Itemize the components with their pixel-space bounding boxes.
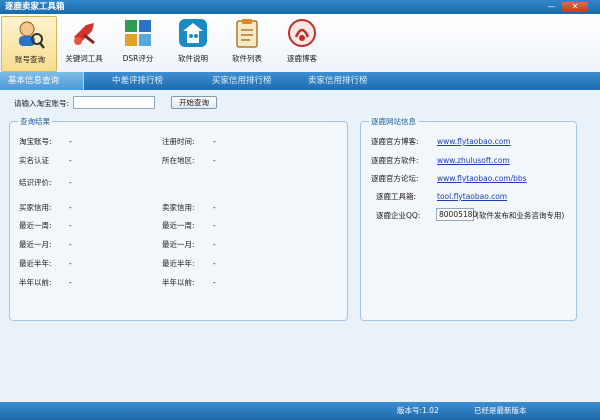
- toolbar-software-guide[interactable]: 软件说明: [165, 16, 221, 72]
- field-label-last-week-buyer: 最近一周:: [19, 221, 52, 230]
- info-link-blog[interactable]: www.flytaobao.com: [437, 136, 511, 147]
- qq-note: (软件发布和业务咨询专用): [476, 211, 565, 220]
- search-label: 请输入淘宝账号:: [14, 99, 70, 108]
- field-value-buyer-credit: -: [69, 203, 72, 212]
- field-label-seller-credit: 卖家信用:: [162, 203, 195, 212]
- info-link-software[interactable]: www.zhulusoft.com: [437, 155, 510, 166]
- info-link-toolbox[interactable]: tool.flytaobao.com: [437, 191, 507, 202]
- site-info-legend: 逐鹿网站信息: [369, 117, 418, 127]
- field-label-register-time: 注册时间:: [162, 137, 195, 146]
- toolbar-dsr-rating[interactable]: DSR评分: [110, 16, 166, 72]
- info-label-blog: 逐鹿官方博客:: [371, 137, 419, 146]
- title-bar: 逐鹿卖家工具箱 — ✕: [0, 0, 600, 14]
- blog-icon: [288, 19, 316, 47]
- update-status-text: 已经是最新版本: [474, 406, 527, 415]
- dsr-rating-icon: [125, 20, 151, 46]
- field-label-last-week-seller: 最近一周:: [162, 221, 195, 230]
- field-label-last-half-year-buyer: 最近半年:: [19, 259, 52, 268]
- account-search-icon: [19, 21, 45, 49]
- field-value-last-month-seller: -: [213, 240, 216, 249]
- keyword-tool-icon: [74, 23, 95, 45]
- tab-buyer-credit-rank[interactable]: 买家信用排行榜: [204, 72, 280, 90]
- version-text: 版本号:1.02: [397, 406, 439, 415]
- toolbar-label: 账号查询: [15, 55, 45, 64]
- info-label-forum: 逐鹿官方论坛:: [371, 174, 419, 183]
- toolbar-label: 逐鹿博客: [287, 54, 317, 63]
- field-label-before-half-year-seller: 半年以前:: [162, 278, 195, 287]
- field-value-last-week-buyer: -: [69, 221, 72, 230]
- field-label-last-month-buyer: 最近一月:: [19, 240, 52, 249]
- toolbar-keyword-tool[interactable]: 关键词工具: [56, 16, 112, 72]
- field-label-rating: 结识评价:: [19, 178, 52, 187]
- software-guide-icon: [179, 19, 207, 47]
- field-value-last-month-buyer: -: [69, 240, 72, 249]
- field-value-account: -: [69, 137, 72, 146]
- field-value-last-week-seller: -: [213, 221, 216, 230]
- minimize-button[interactable]: —: [544, 2, 559, 12]
- field-value-before-half-year-seller: -: [213, 278, 216, 287]
- close-button[interactable]: ✕: [562, 2, 588, 12]
- toolbar-blog[interactable]: 逐鹿博客: [274, 16, 330, 72]
- field-value-region: -: [213, 156, 216, 165]
- toolbar-software-list[interactable]: 软件列表: [219, 16, 275, 72]
- field-label-last-half-year-seller: 最近半年:: [162, 259, 195, 268]
- field-value-before-half-year-buyer: -: [69, 278, 72, 287]
- site-info-panel: 逐鹿网站信息: [360, 117, 577, 321]
- qq-number-field[interactable]: 80005180: [436, 208, 477, 221]
- info-label-toolbox: 逐鹿工具箱:: [376, 192, 417, 201]
- status-bar: 版本号:1.02 已经是最新版本: [0, 402, 600, 420]
- software-list-icon: [236, 19, 258, 48]
- field-value-rating: -: [69, 178, 72, 187]
- field-value-verification: -: [69, 156, 72, 165]
- field-label-verification: 实名认证: [19, 156, 49, 165]
- info-label-software: 逐鹿官方软件:: [371, 156, 419, 165]
- toolbar: 账号查询 关键词工具 DSR评分 软件说明 软件列表 逐鹿博客: [0, 14, 600, 72]
- tab-negative-reviews-rank[interactable]: 中差评排行榜: [104, 72, 171, 90]
- toolbar-label: 关键词工具: [65, 54, 103, 63]
- toolbar-label: 软件列表: [232, 54, 262, 63]
- tab-bar: 基本信息查询 中差评排行榜 买家信用排行榜 卖家信用排行榜: [0, 72, 600, 90]
- info-link-forum[interactable]: www.flytaobao.com/bbs: [437, 173, 527, 184]
- account-search-input[interactable]: [73, 96, 155, 109]
- toolbar-label: DSR评分: [122, 54, 154, 63]
- field-label-account: 淘宝账号:: [19, 137, 52, 146]
- toolbar-label: 软件说明: [178, 54, 208, 63]
- field-label-region: 所在地区:: [162, 156, 195, 165]
- field-value-seller-credit: -: [213, 203, 216, 212]
- field-label-last-month-seller: 最近一月:: [162, 240, 195, 249]
- start-query-button[interactable]: 开始查询: [171, 96, 217, 109]
- field-label-buyer-credit: 买家信用:: [19, 203, 52, 212]
- query-result-legend: 查询结果: [18, 117, 52, 127]
- toolbar-account-search[interactable]: 账号查询: [1, 16, 57, 72]
- field-value-register-time: -: [213, 137, 216, 146]
- info-label-qq: 逐鹿企业QQ:: [376, 211, 421, 220]
- field-value-last-half-year-seller: -: [213, 259, 216, 268]
- field-label-before-half-year-buyer: 半年以前:: [19, 278, 52, 287]
- tab-seller-credit-rank[interactable]: 卖家信用排行榜: [300, 72, 376, 90]
- tab-basic-info[interactable]: 基本信息查询: [0, 72, 84, 90]
- window-title: 逐鹿卖家工具箱: [5, 2, 65, 12]
- field-value-last-half-year-buyer: -: [69, 259, 72, 268]
